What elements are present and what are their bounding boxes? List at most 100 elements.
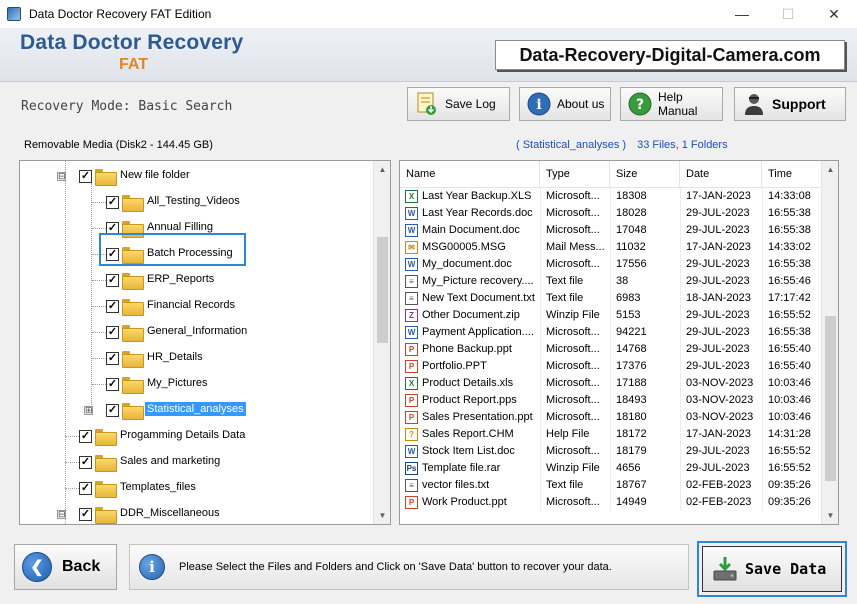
- column-separator: [762, 341, 763, 358]
- file-row[interactable]: X Product Details.xls Microsoft... 17188 03-…: [400, 375, 822, 392]
- folder-icon: [122, 377, 144, 394]
- file-list[interactable]: Name Type Size Date Time ▲ ▼ X Last Year …: [399, 160, 839, 525]
- column-separator: [762, 188, 763, 205]
- scroll-down-arrow[interactable]: ▼: [822, 507, 838, 524]
- tree-checkbox[interactable]: ✓: [106, 378, 119, 391]
- file-row[interactable]: P Portfolio.PPT Microsoft... 17376 29-JUL-20…: [400, 358, 822, 375]
- help-manual-button[interactable]: ? Help Manual: [620, 87, 723, 121]
- tree-item[interactable]: ✓ Sales and marketing: [20, 449, 375, 475]
- file-row[interactable]: ≡ vector files.txt Text file 18767 02-FEB-20…: [400, 477, 822, 494]
- toolbar: Recovery Mode: Basic Search Save Log i A…: [0, 82, 857, 128]
- tree-expander-icon[interactable]: ⊟: [57, 172, 66, 181]
- file-list-scrollbar[interactable]: ▲ ▼: [821, 161, 838, 524]
- tree-item[interactable]: ✓ Progamming Details Data: [20, 423, 375, 449]
- file-row[interactable]: W My_document.doc Microsoft... 17556 29-JUL-…: [400, 256, 822, 273]
- save-data-label: Save Data: [745, 560, 827, 578]
- tree-item-label: Financial Records: [147, 299, 236, 311]
- file-time-cell: 14:31:28: [768, 428, 811, 440]
- file-row[interactable]: ≡ My_Picture recovery.... Text file 38 29-JU…: [400, 273, 822, 290]
- file-size-cell: 14949: [616, 496, 647, 508]
- column-name[interactable]: Name: [400, 161, 540, 188]
- file-size-cell: 5153: [616, 309, 641, 321]
- tree-checkbox[interactable]: ✓: [106, 274, 119, 287]
- file-date-cell: 17-JAN-2023: [686, 190, 751, 202]
- file-row[interactable]: ✉ MSG00005.MSG Mail Mess... 11032 17-JAN-202…: [400, 239, 822, 256]
- column-separator: [610, 443, 611, 460]
- tree-item-label: General_Information: [147, 325, 248, 337]
- tree-checkbox[interactable]: ✓: [106, 326, 119, 339]
- scroll-thumb[interactable]: [825, 316, 836, 481]
- tree-item[interactable]: ⊞ ✓ Statistical_analyses: [20, 397, 375, 423]
- tree-checkbox[interactable]: ✓: [106, 352, 119, 365]
- file-row[interactable]: P Phone Backup.ppt Microsoft... 14768 29-JUL…: [400, 341, 822, 358]
- file-date-cell: 29-JUL-2023: [686, 275, 750, 287]
- file-type-cell: Microsoft...: [546, 411, 600, 423]
- file-row[interactable]: Z Other Document.zip Winzip File 5153 29-JUL…: [400, 307, 822, 324]
- column-date[interactable]: Date: [680, 161, 762, 188]
- file-date-cell: 02-FEB-2023: [686, 479, 752, 491]
- column-separator: [762, 409, 763, 426]
- file-size-cell: 18179: [616, 445, 647, 457]
- tree-checkbox[interactable]: ✓: [106, 404, 119, 417]
- tree-item[interactable]: ✓ HR_Details: [20, 345, 375, 371]
- file-row[interactable]: W Payment Application.... Microsoft... 9422…: [400, 324, 822, 341]
- file-type-icon: ?: [405, 428, 418, 441]
- file-row[interactable]: P Product Report.pps Microsoft... 18493 03-N…: [400, 392, 822, 409]
- file-row[interactable]: W Stock Item List.doc Microsoft... 18179 29-…: [400, 443, 822, 460]
- save-data-button[interactable]: Save Data: [702, 546, 842, 592]
- tree-checkbox[interactable]: ✓: [79, 170, 92, 183]
- about-us-label: About us: [557, 97, 605, 111]
- scroll-up-arrow[interactable]: ▲: [374, 161, 390, 178]
- tree-item[interactable]: ⊟ ✓ DDR_Miscellaneous: [20, 501, 375, 524]
- tree-checkbox[interactable]: ✓: [79, 456, 92, 469]
- tree-checkbox[interactable]: ✓: [79, 482, 92, 495]
- tree-item[interactable]: ✓ All_Testing_Videos: [20, 189, 375, 215]
- column-type[interactable]: Type: [540, 161, 610, 188]
- tree-item[interactable]: ✓ My_Pictures: [20, 371, 375, 397]
- tree-item[interactable]: ✓ Financial Records: [20, 293, 375, 319]
- tree-scrollbar[interactable]: ▲ ▼: [373, 161, 390, 524]
- support-button[interactable]: Support: [734, 87, 846, 121]
- file-row[interactable]: X Last Year Backup.XLS Microsoft... 18308 17…: [400, 188, 822, 205]
- tree-item[interactable]: ✓ Templates_files: [20, 475, 375, 501]
- file-row[interactable]: W Last Year Records.doc Microsoft... 18028 2…: [400, 205, 822, 222]
- file-row[interactable]: Ps Template file.rar Winzip File 4656 29-JUL…: [400, 460, 822, 477]
- tree-item-label: My_Pictures: [147, 377, 208, 389]
- scroll-up-arrow[interactable]: ▲: [822, 161, 838, 178]
- file-type-icon: X: [405, 190, 418, 203]
- tree-item[interactable]: ✓ ERP_Reports: [20, 267, 375, 293]
- file-row[interactable]: ≡ New Text Document.txt Text file 6983 18-JA…: [400, 290, 822, 307]
- svg-text:?: ?: [636, 97, 644, 113]
- file-row[interactable]: P Sales Presentation.ppt Microsoft... 18180…: [400, 409, 822, 426]
- file-row[interactable]: W Main Document.doc Microsoft... 17048 29-JU…: [400, 222, 822, 239]
- tree-expander-icon[interactable]: ⊟: [57, 510, 66, 519]
- column-separator: [610, 324, 611, 341]
- tree-checkbox[interactable]: ✓: [106, 300, 119, 313]
- folder-tree[interactable]: ▲ ▼ ⊟ ✓ New file folder ✓ All_Testing_Videos…: [19, 160, 391, 525]
- tree-item[interactable]: ✓ General_Information: [20, 319, 375, 345]
- scroll-thumb[interactable]: [377, 237, 388, 343]
- back-button[interactable]: ❮ Back: [14, 544, 117, 590]
- scroll-down-arrow[interactable]: ▼: [374, 507, 390, 524]
- tree-item[interactable]: ⊟ ✓ New file folder: [20, 163, 375, 189]
- tree-checkbox[interactable]: ✓: [79, 430, 92, 443]
- column-separator: [680, 205, 681, 222]
- file-row[interactable]: P Work Product.ppt Microsoft... 14949 02-FEB…: [400, 494, 822, 511]
- tree-checkbox[interactable]: ✓: [106, 196, 119, 209]
- file-row[interactable]: ? Sales Report.CHM Help File 18172 17-JAN-20…: [400, 426, 822, 443]
- file-date-cell: 29-JUL-2023: [686, 207, 750, 219]
- column-size[interactable]: Size: [610, 161, 680, 188]
- file-time-cell: 14:33:08: [768, 190, 811, 202]
- file-type-icon: Z: [405, 309, 418, 322]
- save-log-button[interactable]: Save Log: [407, 87, 510, 121]
- file-size-cell: 18172: [616, 428, 647, 440]
- file-time-cell: 10:03:46: [768, 377, 811, 389]
- tree-checkbox[interactable]: ✓: [79, 508, 92, 521]
- close-button[interactable]: ✕: [811, 0, 857, 28]
- file-name-cell: Phone Backup.ppt: [422, 343, 512, 355]
- about-us-button[interactable]: i About us: [519, 87, 611, 121]
- minimize-button[interactable]: —: [719, 0, 765, 28]
- tree-expander-icon[interactable]: ⊞: [84, 406, 93, 415]
- maximize-button[interactable]: ☐: [765, 0, 811, 28]
- column-time[interactable]: Time: [762, 161, 822, 188]
